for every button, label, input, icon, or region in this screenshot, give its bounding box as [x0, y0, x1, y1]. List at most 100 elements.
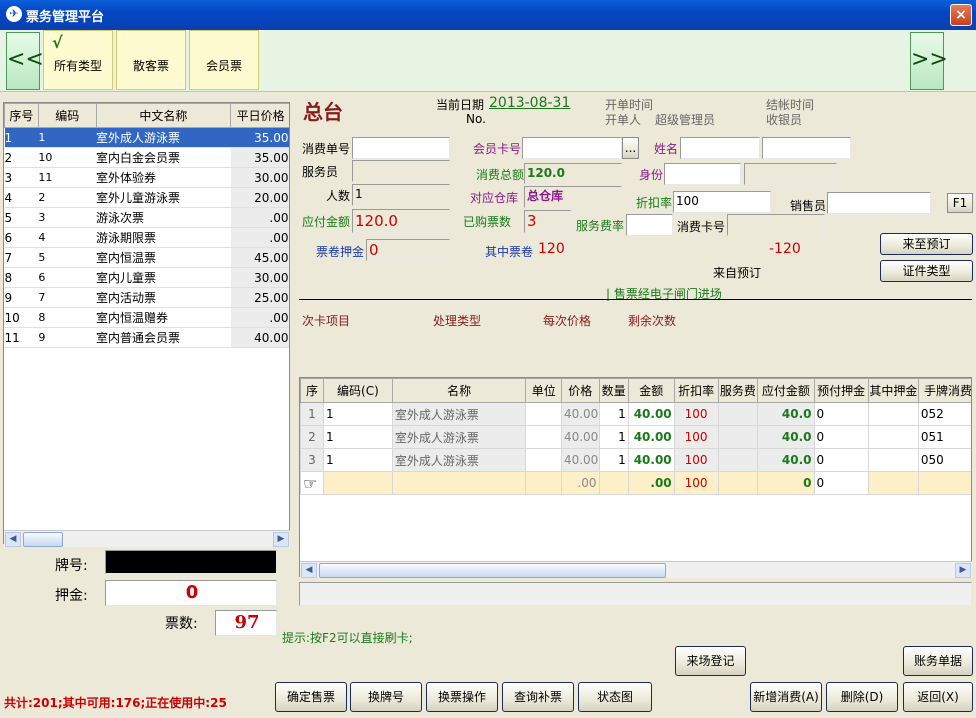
- close-button[interactable]: ×: [950, 4, 972, 26]
- detail-col-header[interactable]: 名称: [391, 378, 527, 403]
- member-card-lookup-button[interactable]: ...: [622, 137, 639, 159]
- detail-col-header[interactable]: 其中押金: [867, 378, 919, 403]
- ticket-price: 45.00: [230, 247, 289, 268]
- back-button[interactable]: 返回(X): [903, 682, 973, 712]
- member-card-input[interactable]: [522, 137, 622, 159]
- ticket-row[interactable]: 10 8 室内恒温赠券 .00: [4, 307, 289, 328]
- detail-new-payable[interactable]: 0: [757, 471, 815, 495]
- scroll-left-icon[interactable]: ◀: [5, 532, 21, 547]
- detail-new-card[interactable]: [917, 471, 971, 495]
- prev-button[interactable]: <<: [6, 32, 44, 90]
- query-refill-button[interactable]: 查询补票: [502, 682, 574, 712]
- delete-button[interactable]: 删除(D): [826, 682, 898, 712]
- col-seq[interactable]: 序号: [4, 103, 39, 128]
- detail-col-header[interactable]: 编码(C): [322, 378, 393, 403]
- discount-input[interactable]: 100: [673, 191, 771, 213]
- ticket-row[interactable]: 4 2 室外儿童游泳票 20.00: [4, 187, 289, 208]
- status-chart-button[interactable]: 状态图: [578, 682, 652, 712]
- detail-new-code[interactable]: [322, 471, 393, 495]
- ticket-row[interactable]: 6 4 游泳期限票 .00: [4, 227, 289, 248]
- detail-col-header[interactable]: 价格: [560, 378, 600, 403]
- arrival-register-button[interactable]: 来场登记: [675, 646, 746, 676]
- service-rate-input[interactable]: [626, 214, 673, 236]
- ticket-row[interactable]: 2 10 室内白金会员票 35.00: [4, 147, 289, 168]
- ticket-seq: 4: [4, 187, 39, 208]
- waiter-input[interactable]: [352, 160, 450, 182]
- from-reservation-label: 来自预订: [713, 266, 762, 280]
- ticket-name: 游泳期限票: [96, 227, 231, 248]
- col-code[interactable]: 编码: [37, 103, 97, 128]
- change-ticket-button[interactable]: 换票操作: [426, 682, 498, 712]
- plate-input[interactable]: [105, 550, 277, 574]
- people-input[interactable]: 1: [352, 184, 450, 206]
- detail-col-header[interactable]: 折扣率: [673, 378, 719, 403]
- new-consume-button[interactable]: 新增消费(A): [750, 682, 822, 712]
- detail-row[interactable]: 3 1 室外成人游泳票 40.00 1 40.00 100 40.0 0 050: [300, 448, 971, 472]
- detail-row[interactable]: 1 1 室外成人游泳票 40.00 1 40.00 100 40.0 0 052: [300, 402, 971, 426]
- detail-new-name[interactable]: [391, 471, 527, 495]
- scroll-right-icon[interactable]: ▶: [273, 532, 289, 547]
- ticket-row[interactable]: 8 6 室内儿童票 30.00: [4, 267, 289, 288]
- identity-extra-input[interactable]: [744, 163, 837, 185]
- name-input[interactable]: [680, 137, 760, 159]
- total-label: 消费总额: [476, 168, 525, 182]
- bought-label: 已购票数: [463, 215, 512, 229]
- detail-col-header[interactable]: 服务费: [717, 378, 759, 403]
- detail-col-header[interactable]: 应付金额: [757, 378, 815, 403]
- detail-new-deposit[interactable]: [867, 471, 919, 495]
- ticket-row[interactable]: 1 1 室外成人游泳票 35.00: [4, 127, 289, 148]
- detail-col-header[interactable]: 预付押金: [813, 378, 869, 403]
- scroll-thumb[interactable]: [23, 532, 63, 547]
- id-type-button[interactable]: 证件类型: [880, 260, 973, 282]
- detail-col-header[interactable]: 手牌消费卡: [917, 378, 971, 403]
- category-member-button[interactable]: 会员票: [189, 30, 259, 90]
- voucher-value: 120: [538, 241, 565, 257]
- seller-input[interactable]: [827, 192, 931, 214]
- ticket-row[interactable]: 9 7 室内活动票 25.00: [4, 287, 289, 308]
- change-plate-button[interactable]: 换牌号: [350, 682, 422, 712]
- col-name[interactable]: 中文名称: [95, 103, 232, 128]
- f1-button[interactable]: F1: [947, 193, 973, 213]
- ticket-row[interactable]: 5 3 游泳次票 .00: [4, 207, 289, 228]
- order-no-input[interactable]: [352, 137, 450, 159]
- detail-new-service[interactable]: [717, 471, 759, 495]
- ticket-row[interactable]: 7 5 室内恒温票 45.00: [4, 247, 289, 268]
- reserve-button[interactable]: 来至预订: [880, 233, 973, 255]
- detail-new-discount[interactable]: 100: [673, 471, 719, 495]
- detail-row[interactable]: 2 1 室外成人游泳票 40.00 1 40.00 100 40.0 0 051: [300, 425, 971, 449]
- name-extra-input[interactable]: [762, 137, 851, 159]
- category-all-label: 所有类型: [53, 59, 102, 73]
- col-price[interactable]: 平日价格: [230, 103, 289, 128]
- detail-new-row[interactable]: ☞ .00.00 100 0 0: [300, 471, 971, 495]
- category-walkin-button[interactable]: 散客票: [116, 30, 186, 90]
- ticket-list-scrollbar[interactable]: ◀ ▶: [4, 530, 290, 547]
- detail-col-header[interactable]: 序: [300, 378, 324, 403]
- identity-input[interactable]: [664, 163, 741, 185]
- detail-grid-scrollbar[interactable]: ◀ ▶: [300, 561, 972, 578]
- detail-scroll-thumb[interactable]: [319, 563, 666, 578]
- detail-scroll-right-icon[interactable]: ▶: [955, 563, 971, 578]
- ticket-row[interactable]: 3 11 室外体验券 30.00: [4, 167, 289, 188]
- deposit-value[interactable]: 0: [105, 580, 277, 606]
- category-all-button[interactable]: √ 所有类型: [43, 30, 113, 90]
- detail-new-prepay[interactable]: 0: [813, 471, 869, 495]
- consume-card-input[interactable]: [727, 214, 825, 236]
- detail-col-header[interactable]: 金额: [627, 378, 675, 403]
- detail-grid: 序编码(C)名称单位价格数量金额折扣率服务费应付金额预付押金其中押金手牌消费卡 …: [299, 377, 972, 577]
- detail-new-price[interactable]: .00: [560, 471, 600, 495]
- detail-scroll-left-icon[interactable]: ◀: [301, 563, 317, 578]
- next-button[interactable]: >>: [910, 32, 948, 90]
- confirm-sale-button[interactable]: 确定售票: [275, 682, 347, 712]
- detail-new-amount[interactable]: .00: [627, 471, 675, 495]
- memo-input[interactable]: [299, 582, 972, 606]
- row-pointer-icon[interactable]: ☞: [300, 471, 324, 495]
- detail-qty: 1: [598, 402, 629, 426]
- detail-new-unit[interactable]: [525, 471, 562, 495]
- ticket-list-header: 序号 编码 中文名称 平日价格: [4, 103, 289, 128]
- detail-price: 40.00: [560, 425, 600, 449]
- detail-col-header[interactable]: 单位: [525, 378, 562, 403]
- detail-col-header[interactable]: 数量: [598, 378, 629, 403]
- account-list-button[interactable]: 账务单据: [903, 646, 973, 676]
- detail-new-qty[interactable]: [598, 471, 629, 495]
- ticket-row[interactable]: 11 9 室内普通会员票 40.00: [4, 327, 289, 348]
